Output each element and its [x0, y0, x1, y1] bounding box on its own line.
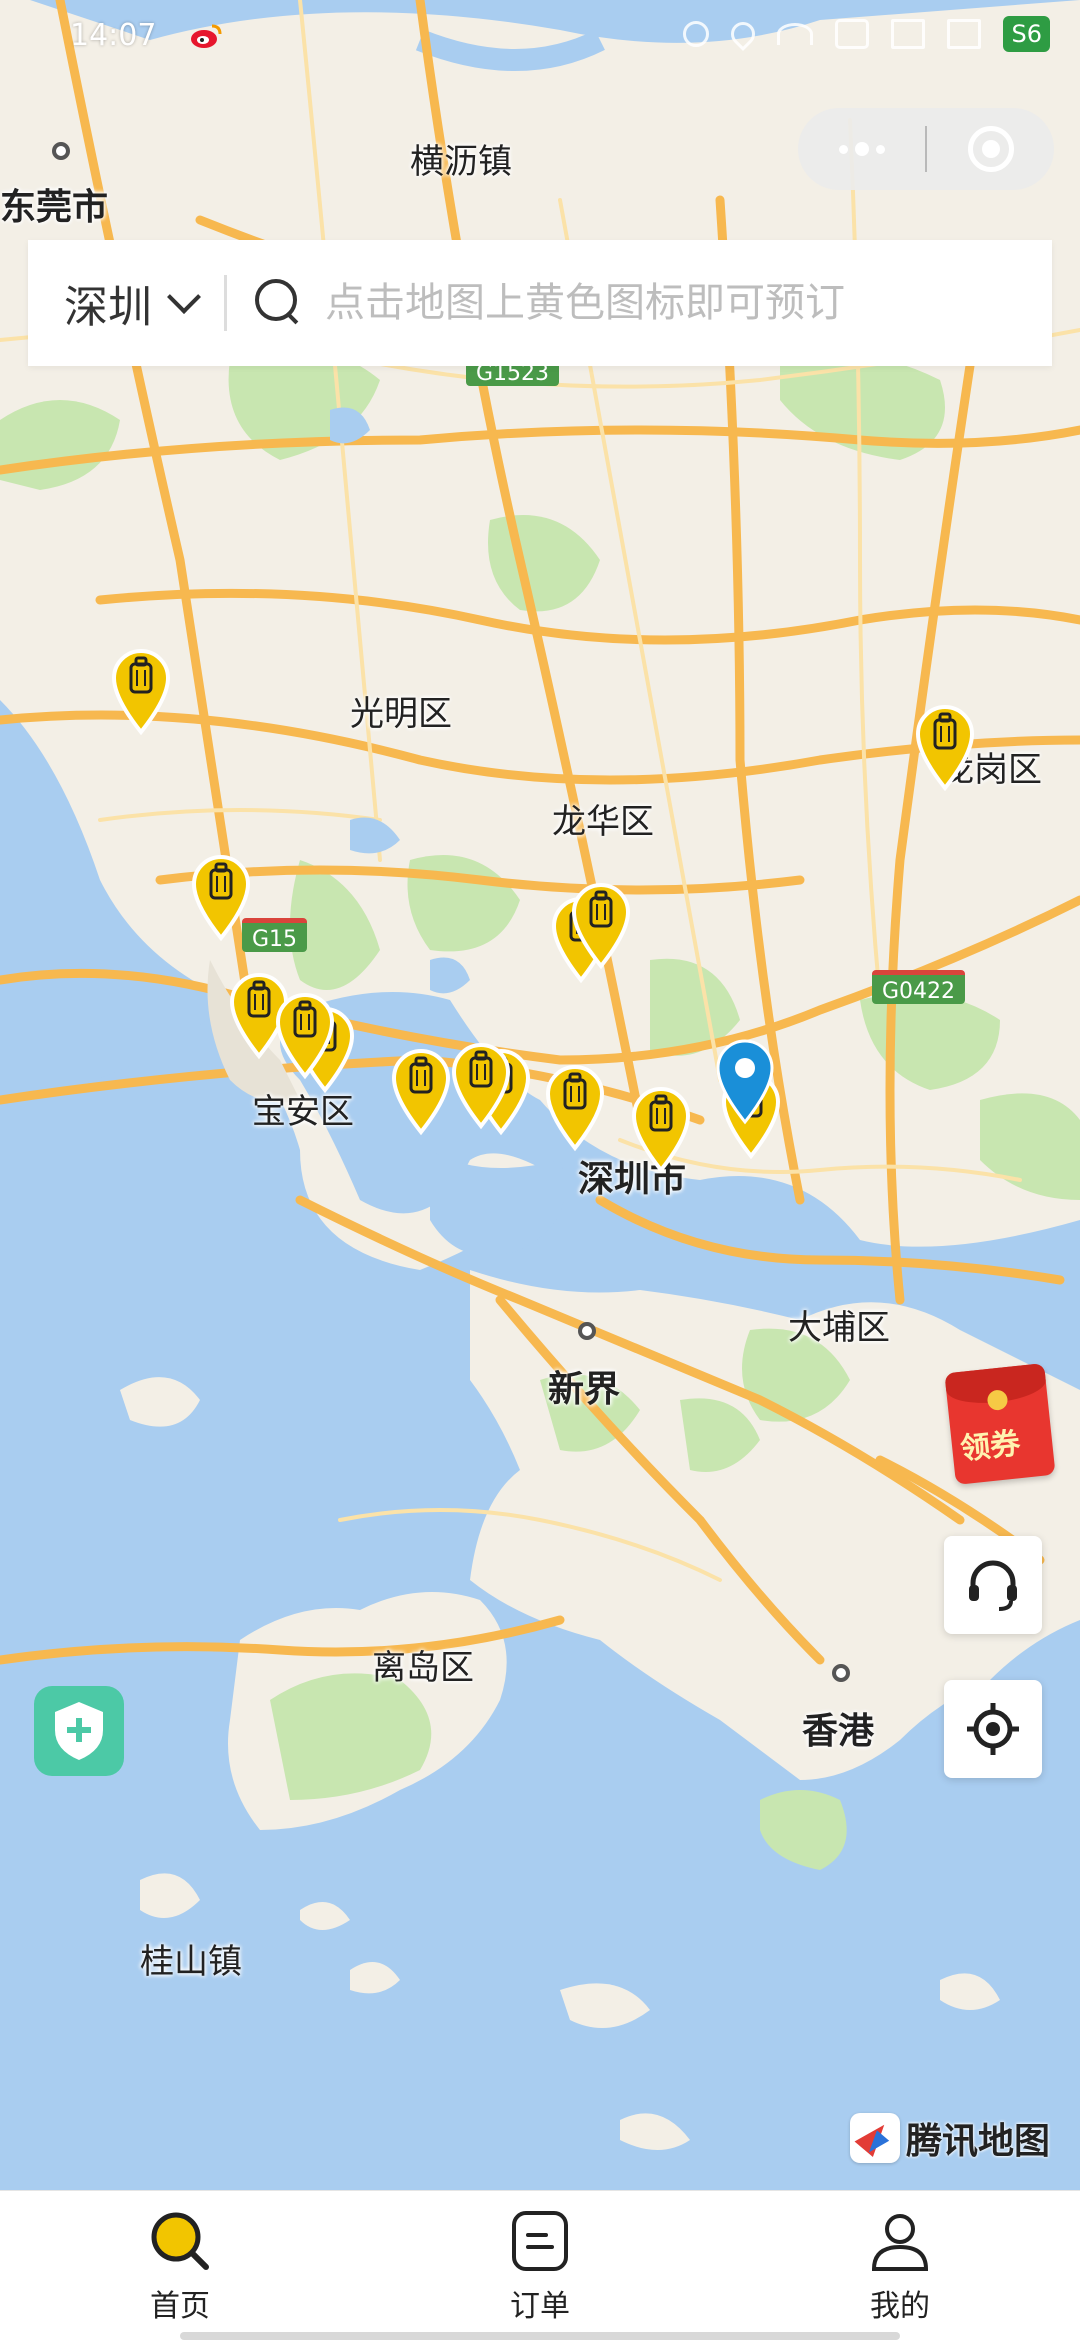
status-icons: S6	[683, 16, 1050, 52]
coupon-button[interactable]: 领券	[944, 1363, 1060, 1488]
search-input[interactable]	[325, 280, 1025, 326]
nfc-icon	[683, 21, 710, 47]
city-selector[interactable]: 深圳	[28, 271, 224, 335]
profile-icon	[871, 2214, 929, 2271]
battery-icon: S6	[1003, 16, 1050, 52]
tab-orders[interactable]: 订单	[360, 2191, 720, 2340]
close-miniprogram-button[interactable]	[927, 108, 1054, 190]
luggage-locker-pin-icon[interactable]	[446, 1040, 516, 1130]
more-dots-icon	[838, 142, 885, 156]
highway-shield-g0422: G0422	[872, 970, 966, 1004]
map-provider-name: 腾讯地图	[906, 2121, 1051, 2162]
search-bar: 深圳	[28, 240, 1052, 366]
place-dot-xianggang	[832, 1664, 850, 1682]
luggage-locker-pin-icon[interactable]	[566, 880, 636, 970]
search-icon	[151, 2212, 209, 2270]
tab-orders-label: 订单	[510, 2289, 570, 2324]
shield-plus-icon	[55, 1702, 103, 1760]
tab-profile-label: 我的	[870, 2289, 930, 2324]
luggage-locker-pin-icon[interactable]	[626, 1084, 696, 1174]
luggage-locker-pin-icon[interactable]	[270, 990, 340, 1080]
place-label-lidao: 离岛区	[372, 1648, 474, 1688]
signal-icon	[947, 19, 982, 49]
place-label-xianggang: 香港	[802, 1711, 875, 1752]
safety-shield-button[interactable]	[34, 1686, 124, 1776]
location-icon	[726, 17, 761, 51]
miniprogram-capsule	[798, 108, 1054, 190]
weibo-icon	[191, 24, 222, 48]
target-close-icon	[967, 126, 1014, 172]
headset-icon	[969, 1560, 1017, 1611]
compass-icon	[850, 2113, 900, 2163]
status-time: 14:07	[70, 18, 157, 53]
search-icon	[255, 279, 303, 327]
place-label-guangming: 光明区	[350, 694, 452, 734]
luggage-locker-pin-icon[interactable]	[186, 852, 256, 942]
more-button[interactable]	[798, 108, 925, 190]
place-label-dongguan: 东莞市	[0, 187, 109, 228]
locate-button[interactable]	[944, 1680, 1042, 1778]
tab-home-label: 首页	[150, 2289, 210, 2324]
luggage-locker-pin-icon[interactable]	[910, 702, 980, 792]
tab-profile[interactable]: 我的	[720, 2191, 1080, 2340]
current-location-pin-icon	[710, 1036, 780, 1126]
home-indicator	[180, 2332, 900, 2340]
red-envelope-icon: 领券	[944, 1363, 1056, 1485]
tencent-map-logo: 腾讯地图	[850, 2112, 1050, 2164]
place-label-guishan: 桂山镇	[140, 1942, 242, 1982]
order-list-icon	[512, 2211, 568, 2271]
place-dot-xinjie	[578, 1322, 596, 1340]
city-name: 深圳	[64, 282, 152, 333]
place-label-xinjie: 新界	[548, 1369, 621, 1410]
luggage-locker-pin-icon[interactable]	[106, 646, 176, 736]
place-dot-dongguan	[52, 142, 70, 160]
tab-bar: 首页 订单 我的	[0, 2190, 1080, 2340]
luggage-locker-pin-icon[interactable]	[540, 1062, 610, 1152]
place-label-hengli: 横沥镇	[410, 142, 512, 182]
hd-icon	[835, 19, 870, 49]
coupon-label: 领券	[958, 1426, 1022, 1468]
locate-icon	[967, 1703, 1019, 1755]
wifi-icon	[777, 23, 814, 45]
customer-service-button[interactable]	[944, 1536, 1042, 1634]
chevron-down-icon	[167, 280, 201, 314]
status-bar: 14:07 S6	[0, 0, 1080, 70]
tab-home[interactable]: 首页	[0, 2191, 360, 2340]
signal-icon	[891, 19, 926, 49]
place-label-longhua: 龙华区	[552, 802, 654, 842]
search-divider	[224, 275, 227, 331]
place-label-dapu: 大埔区	[788, 1308, 890, 1348]
